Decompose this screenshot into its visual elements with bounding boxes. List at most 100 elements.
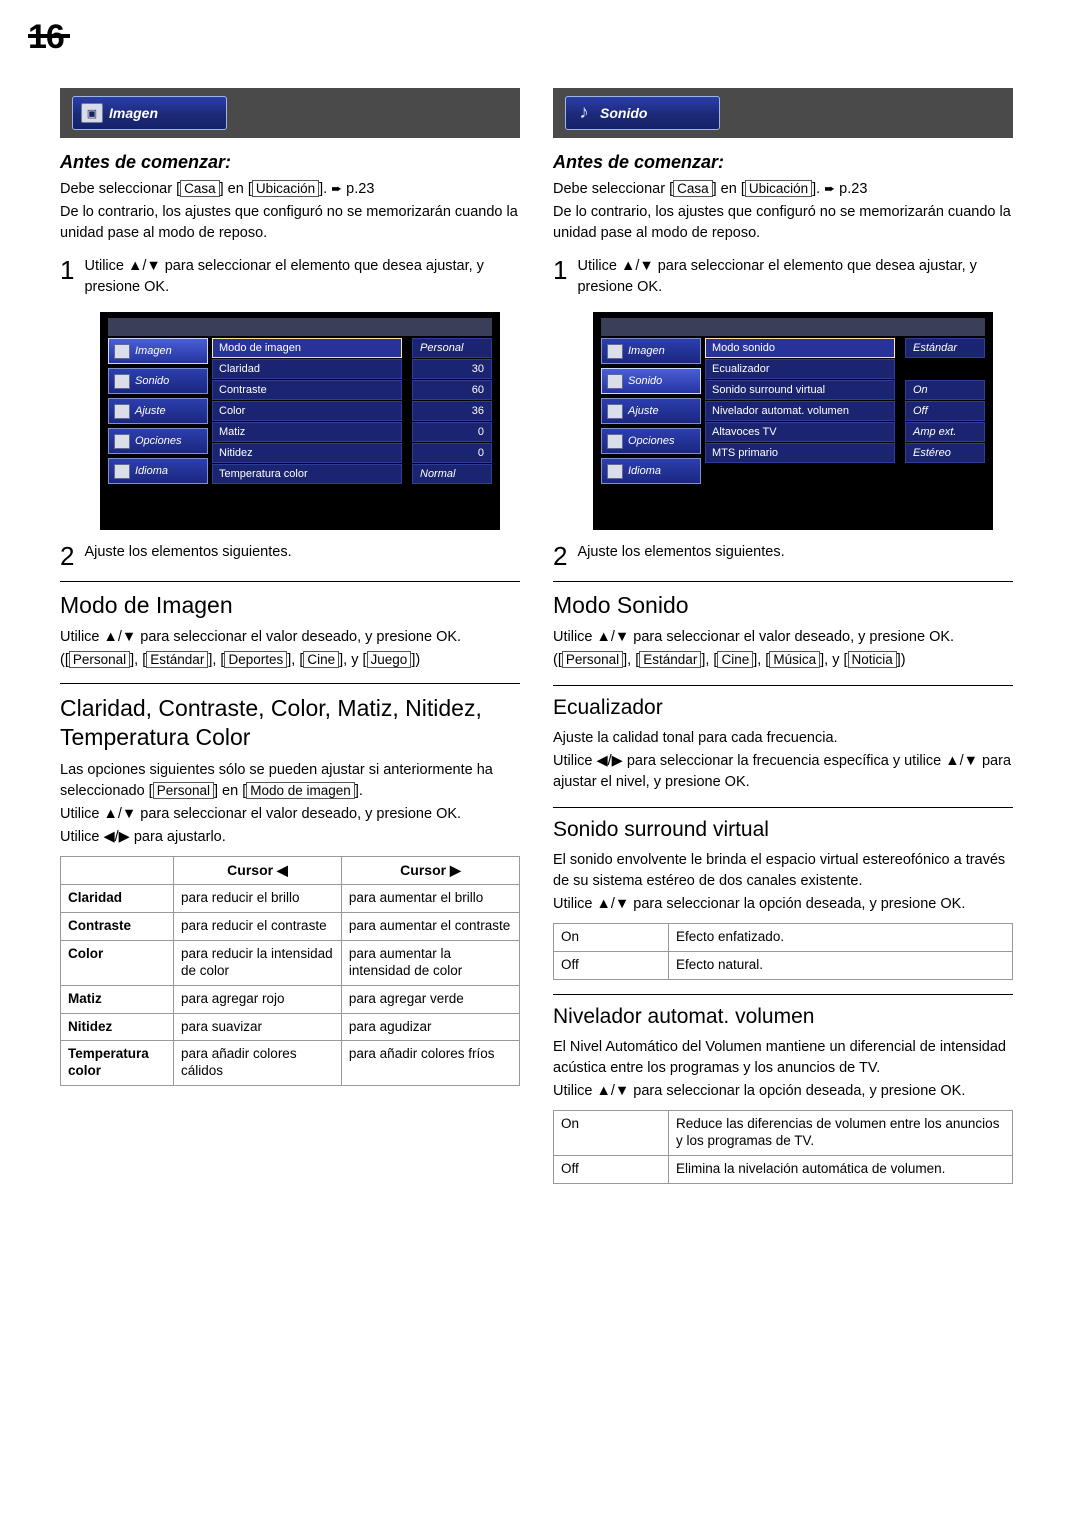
- step-1-left: 1 Utilice ▲/▼ para seleccionar el elemen…: [60, 256, 520, 298]
- kbd-modo-de-imagen: Modo de imagen: [246, 781, 355, 799]
- table-row: On Reduce las diferencias de volumen ent…: [553, 1110, 1013, 1156]
- kbd-casa: Casa: [180, 180, 220, 197]
- page-ref-arrow: ➨: [331, 181, 343, 196]
- osd-menu-label: Ajuste: [135, 405, 166, 418]
- osd-row-label: Ecualizador: [712, 363, 770, 376]
- osd-topbar: [108, 318, 492, 337]
- pre-b: ] en [: [219, 181, 252, 197]
- osd-row-modo-de-imagen[interactable]: Modo de imagen: [212, 338, 402, 359]
- osd-menu-item-idioma[interactable]: Idioma: [108, 458, 208, 485]
- osd-row-label: Contraste: [219, 384, 267, 397]
- osd-row-color[interactable]: Color: [212, 401, 402, 422]
- options-icon: [114, 433, 130, 449]
- row-left-color: para reducir la intensidad de color: [173, 939, 342, 986]
- osd-menu-item-sonido[interactable]: Sonido: [601, 368, 701, 395]
- step-2-number-left: 2: [60, 541, 75, 572]
- surround-on-label: On: [553, 923, 669, 953]
- settings-icon: [607, 403, 623, 419]
- osd-value-nitidez: 0: [412, 443, 492, 464]
- pre-c: ].: [812, 181, 821, 197]
- osd-menu-item-sonido[interactable]: Sonido: [108, 368, 208, 395]
- osd-row-claridad[interactable]: Claridad: [212, 359, 402, 380]
- osd-row-mts-primario[interactable]: MTS primario: [705, 443, 895, 464]
- osd-topbar: [601, 318, 985, 337]
- osd-menu-item-ajuste[interactable]: Ajuste: [108, 398, 208, 425]
- osd-row-matiz[interactable]: Matiz: [212, 422, 402, 443]
- osd-menu-label: Opciones: [135, 435, 182, 448]
- row-left-temperatura-color: para añadir colores cálidos: [173, 1040, 342, 1087]
- step-2-right: 2 Ajuste los elementos siguientes.: [553, 542, 1013, 569]
- nivelador-on-desc: Reduce las diferencias de volumen entre …: [668, 1110, 1013, 1156]
- step-2-text-left: Ajuste los elementos siguientes.: [84, 544, 292, 561]
- opt-personal: Personal: [68, 651, 131, 669]
- osd-row-contraste[interactable]: Contraste: [212, 380, 402, 401]
- heading-nivelador-automat-volumen: Nivelador automat. volumen: [553, 993, 1013, 1029]
- table-row: Nitidez para suavizar para agudizar: [60, 1012, 521, 1042]
- section-tab-label: Imagen: [109, 105, 159, 121]
- th-empty: [60, 855, 174, 886]
- osd-menu-item-ajuste[interactable]: Ajuste: [601, 398, 701, 425]
- osd-value-ecualizador: [905, 359, 985, 379]
- pre-a: Debe seleccionar [: [60, 181, 181, 197]
- table-row: Claridad para reducir el brillo para aum…: [60, 884, 521, 914]
- row-right-nitidez: para agudizar: [340, 1012, 521, 1042]
- column-sonido: ♪ Sonido Antes de comenzar: Debe selecci…: [553, 88, 1013, 1184]
- osd-imagen: Imagen Sonido Ajuste Opciones Idioma Mod…: [100, 312, 500, 531]
- osd-menu-item-opciones[interactable]: Opciones: [601, 428, 701, 455]
- pre-b: ] en [: [712, 181, 745, 197]
- opt-juego: Juego: [366, 651, 412, 669]
- pre-note-left-1: Debe seleccionar [Casa] en [Ubicación]. …: [60, 179, 520, 200]
- opt-estandar: Estándar: [146, 651, 209, 669]
- language-icon: [607, 463, 623, 479]
- osd-row-label: Nitidez: [219, 447, 253, 460]
- osd-value-contraste: 60: [412, 380, 492, 401]
- osd-rows-right: Modo sonido Ecualizador Sonido surround …: [705, 338, 895, 464]
- nivelador-p1: El Nivel Automático del Volumen mantiene…: [553, 1038, 1006, 1076]
- osd-row-altavoces-tv[interactable]: Altavoces TV: [705, 422, 895, 443]
- page: 16 ▣ Imagen Antes de comenzar: Debe sele…: [0, 0, 1080, 1530]
- claridad-grupo-p1: Las opciones siguientes sólo se pueden a…: [60, 760, 520, 802]
- th-cursor-left: Cursor ◀: [173, 855, 342, 886]
- opt-estandar: Estándar: [639, 651, 702, 669]
- osd-row-label: Claridad: [219, 363, 260, 376]
- options-icon: [607, 433, 623, 449]
- pre-note-right-1: Debe seleccionar [Casa] en [Ubicación]. …: [553, 179, 1013, 200]
- row-right-claridad: para aumentar el brillo: [340, 884, 521, 914]
- osd-menu-item-idioma[interactable]: Idioma: [601, 458, 701, 485]
- row-right-temperatura-color: para añadir colores fríos: [340, 1040, 521, 1087]
- music-note-icon: [114, 373, 130, 389]
- osd-row-label: Sonido surround virtual: [712, 384, 826, 397]
- step-2-text-right: Ajuste los elementos siguientes.: [577, 544, 785, 561]
- kbd-personal: Personal: [152, 781, 214, 799]
- music-note-icon: ♪: [579, 102, 589, 123]
- osd-row-nitidez[interactable]: Nitidez: [212, 443, 402, 464]
- osd-menu-item-opciones[interactable]: Opciones: [108, 428, 208, 455]
- osd-menu-label: Sonido: [628, 375, 663, 388]
- table-row: Matiz para agregar rojo para agregar ver…: [60, 984, 521, 1014]
- osd-rows-left: Modo de imagen Claridad Contraste Color …: [212, 338, 402, 485]
- ecualizador-p1: Ajuste la calidad tonal para cada frecue…: [553, 730, 838, 747]
- osd-menu-label: Imagen: [135, 345, 172, 358]
- cursor-table: Cursor ◀ Cursor ▶ Claridad para reducir …: [60, 855, 521, 1087]
- table-row: Contraste para reducir el contraste para…: [60, 912, 521, 941]
- step-1-text-left: Utilice ▲/▼ para seleccionar el elemento…: [84, 258, 484, 296]
- osd-row-label: MTS primario: [712, 447, 779, 460]
- page-number-rule: [28, 34, 70, 38]
- osd-menu-item-imagen[interactable]: Imagen: [108, 338, 208, 365]
- page-ref-left: p.23: [346, 181, 375, 197]
- table-row: Temperatura color para añadir colores cá…: [60, 1040, 521, 1087]
- section-band-imagen: ▣ Imagen: [60, 88, 520, 138]
- osd-values-right: Estándar On Off Amp ext. Estéreo: [905, 338, 985, 464]
- osd-row-ecualizador[interactable]: Ecualizador: [705, 359, 895, 380]
- surround-p2: Utilice ▲/▼ para seleccionar la opción d…: [553, 896, 966, 913]
- row-label-color: Color: [60, 939, 174, 986]
- kbd-ubicacion: Ubicación: [744, 180, 813, 197]
- row-left-contraste: para reducir el contraste: [173, 912, 342, 941]
- osd-menu-item-imagen[interactable]: Imagen: [601, 338, 701, 365]
- osd-values-left: Personal 30 60 36 0 0 Normal: [412, 338, 492, 485]
- surround-off-desc: Efecto natural.: [668, 951, 1013, 980]
- osd-row-modo-sonido[interactable]: Modo sonido: [705, 338, 895, 359]
- osd-row-sonido-surround-virtual[interactable]: Sonido surround virtual: [705, 380, 895, 401]
- osd-row-nivelador-automat-volumen[interactable]: Nivelador automat. volumen: [705, 401, 895, 422]
- osd-row-temperatura-color[interactable]: Temperatura color: [212, 464, 402, 485]
